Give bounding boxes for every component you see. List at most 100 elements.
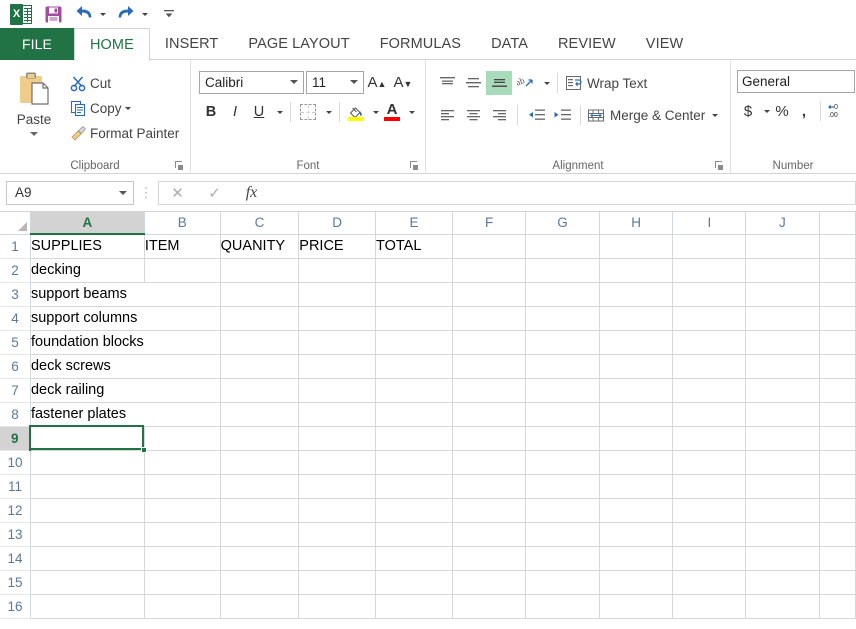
row-header-14[interactable]: 14 (0, 546, 31, 571)
fill-color-button[interactable] (345, 100, 367, 124)
cell-E15[interactable] (375, 570, 453, 595)
row-header-6[interactable]: 6 (0, 354, 31, 379)
row-header-16[interactable]: 16 (0, 594, 31, 619)
merge-center-caret-icon[interactable] (712, 113, 719, 117)
paste-dropdown-caret-icon[interactable] (30, 132, 38, 136)
ribbon-tab-review[interactable]: REVIEW (543, 28, 631, 60)
cell-I13[interactable] (672, 522, 747, 547)
cell-D4[interactable] (298, 306, 377, 331)
cell-I8[interactable] (672, 402, 747, 427)
cell-C4[interactable] (220, 306, 300, 331)
cell-C14[interactable] (220, 546, 300, 571)
cell-G8[interactable] (525, 402, 600, 427)
alignment-dialog-launcher-icon[interactable] (715, 161, 724, 170)
underline-dropdown-button[interactable] (271, 100, 285, 124)
row-header-13[interactable]: 13 (0, 522, 31, 547)
cell-D2[interactable] (298, 258, 377, 283)
cell-J2[interactable] (745, 258, 820, 283)
cell-partial-14[interactable] (819, 546, 856, 571)
top-align-button[interactable] (434, 71, 460, 95)
cell-H10[interactable] (599, 450, 674, 475)
font-color-button[interactable]: A (381, 100, 403, 124)
insert-function-button[interactable]: fx (233, 182, 270, 204)
ribbon-tab-formulas[interactable]: FORMULAS (365, 28, 476, 60)
row-header-7[interactable]: 7 (0, 378, 31, 403)
cell-I4[interactable] (672, 306, 747, 331)
cell-B13[interactable] (144, 522, 221, 547)
cell-H4[interactable] (599, 306, 674, 331)
worksheet-grid[interactable]: ABCDEFGHIJ 1 SUPPLIES ITEM QUANITY PRICE TOTA… (0, 212, 856, 623)
cell-partial-15[interactable] (819, 570, 856, 595)
middle-align-button[interactable] (460, 71, 486, 95)
cell-H15[interactable] (599, 570, 674, 595)
cell-A14[interactable] (30, 546, 145, 571)
decrease-indent-button[interactable] (523, 103, 549, 127)
cell-J4[interactable] (745, 306, 820, 331)
fill-color-dropdown-button[interactable] (367, 100, 381, 124)
ribbon-tab-view[interactable]: VIEW (631, 28, 698, 60)
align-left-button[interactable] (434, 103, 460, 127)
cell-H12[interactable] (599, 498, 674, 523)
cell-C5[interactable] (220, 330, 300, 355)
cell-B16[interactable] (144, 594, 221, 619)
clipboard-dialog-launcher-icon[interactable] (175, 161, 184, 170)
orientation-dropdown-button[interactable] (538, 71, 552, 95)
orientation-button[interactable]: ab (512, 71, 538, 95)
cell-J13[interactable] (745, 522, 820, 547)
cell-D16[interactable] (298, 594, 377, 619)
cell-B6[interactable] (144, 354, 221, 379)
cell-H3[interactable] (599, 282, 674, 307)
cell-C12[interactable] (220, 498, 300, 523)
cell-J6[interactable] (745, 354, 820, 379)
cell-D10[interactable] (298, 450, 377, 475)
cell-partial-16[interactable] (819, 594, 856, 619)
cell-partial-5[interactable] (819, 330, 856, 355)
undo-button[interactable] (70, 2, 110, 26)
column-header-E[interactable]: E (375, 212, 453, 235)
row-header-15[interactable]: 15 (0, 570, 31, 595)
align-center-button[interactable] (460, 103, 486, 127)
cell-E13[interactable] (375, 522, 453, 547)
row-header-1[interactable]: 1 (0, 234, 31, 259)
increase-decimal-button[interactable]: 0 .00 (826, 99, 848, 123)
cell-I15[interactable] (672, 570, 747, 595)
cell-D13[interactable] (298, 522, 377, 547)
cell-I2[interactable] (672, 258, 747, 283)
cell-E7[interactable] (375, 378, 453, 403)
row-header-9[interactable]: 9 (0, 426, 32, 451)
decrease-font-size-button[interactable]: A▼ (390, 70, 416, 94)
font-name-caret-icon[interactable] (290, 80, 298, 84)
cell-E2[interactable] (375, 258, 453, 283)
cell-A8[interactable]: fastener plates (30, 402, 145, 427)
cell-A9[interactable] (30, 426, 145, 451)
cell-G12[interactable] (525, 498, 600, 523)
cell-J16[interactable] (745, 594, 820, 619)
cell-J12[interactable] (745, 498, 820, 523)
column-header-G[interactable]: G (525, 212, 600, 235)
cell-partial-13[interactable] (819, 522, 856, 547)
cell-F16[interactable] (452, 594, 527, 619)
cell-partial-1[interactable] (819, 234, 856, 259)
cell-D6[interactable] (298, 354, 377, 379)
cell-E10[interactable] (375, 450, 453, 475)
increase-font-size-button[interactable]: A▲ (364, 70, 390, 94)
cell-partial-4[interactable] (819, 306, 856, 331)
cell-partial-10[interactable] (819, 450, 856, 475)
font-size-caret-icon[interactable] (350, 80, 358, 84)
cell-H8[interactable] (599, 402, 674, 427)
cell-H7[interactable] (599, 378, 674, 403)
cell-J7[interactable] (745, 378, 820, 403)
column-header-partial[interactable] (819, 212, 856, 235)
cell-H5[interactable] (599, 330, 674, 355)
cell-E14[interactable] (375, 546, 453, 571)
cell-partial-12[interactable] (819, 498, 856, 523)
cell-C1[interactable]: QUANITY (220, 234, 300, 259)
cell-C7[interactable] (220, 378, 300, 403)
cell-A16[interactable] (30, 594, 145, 619)
column-header-H[interactable]: H (599, 212, 674, 235)
cell-G9[interactable] (525, 426, 600, 451)
cell-J8[interactable] (745, 402, 820, 427)
cell-H2[interactable] (599, 258, 674, 283)
ribbon-tab-home[interactable]: HOME (73, 28, 150, 61)
cell-F2[interactable] (452, 258, 527, 283)
